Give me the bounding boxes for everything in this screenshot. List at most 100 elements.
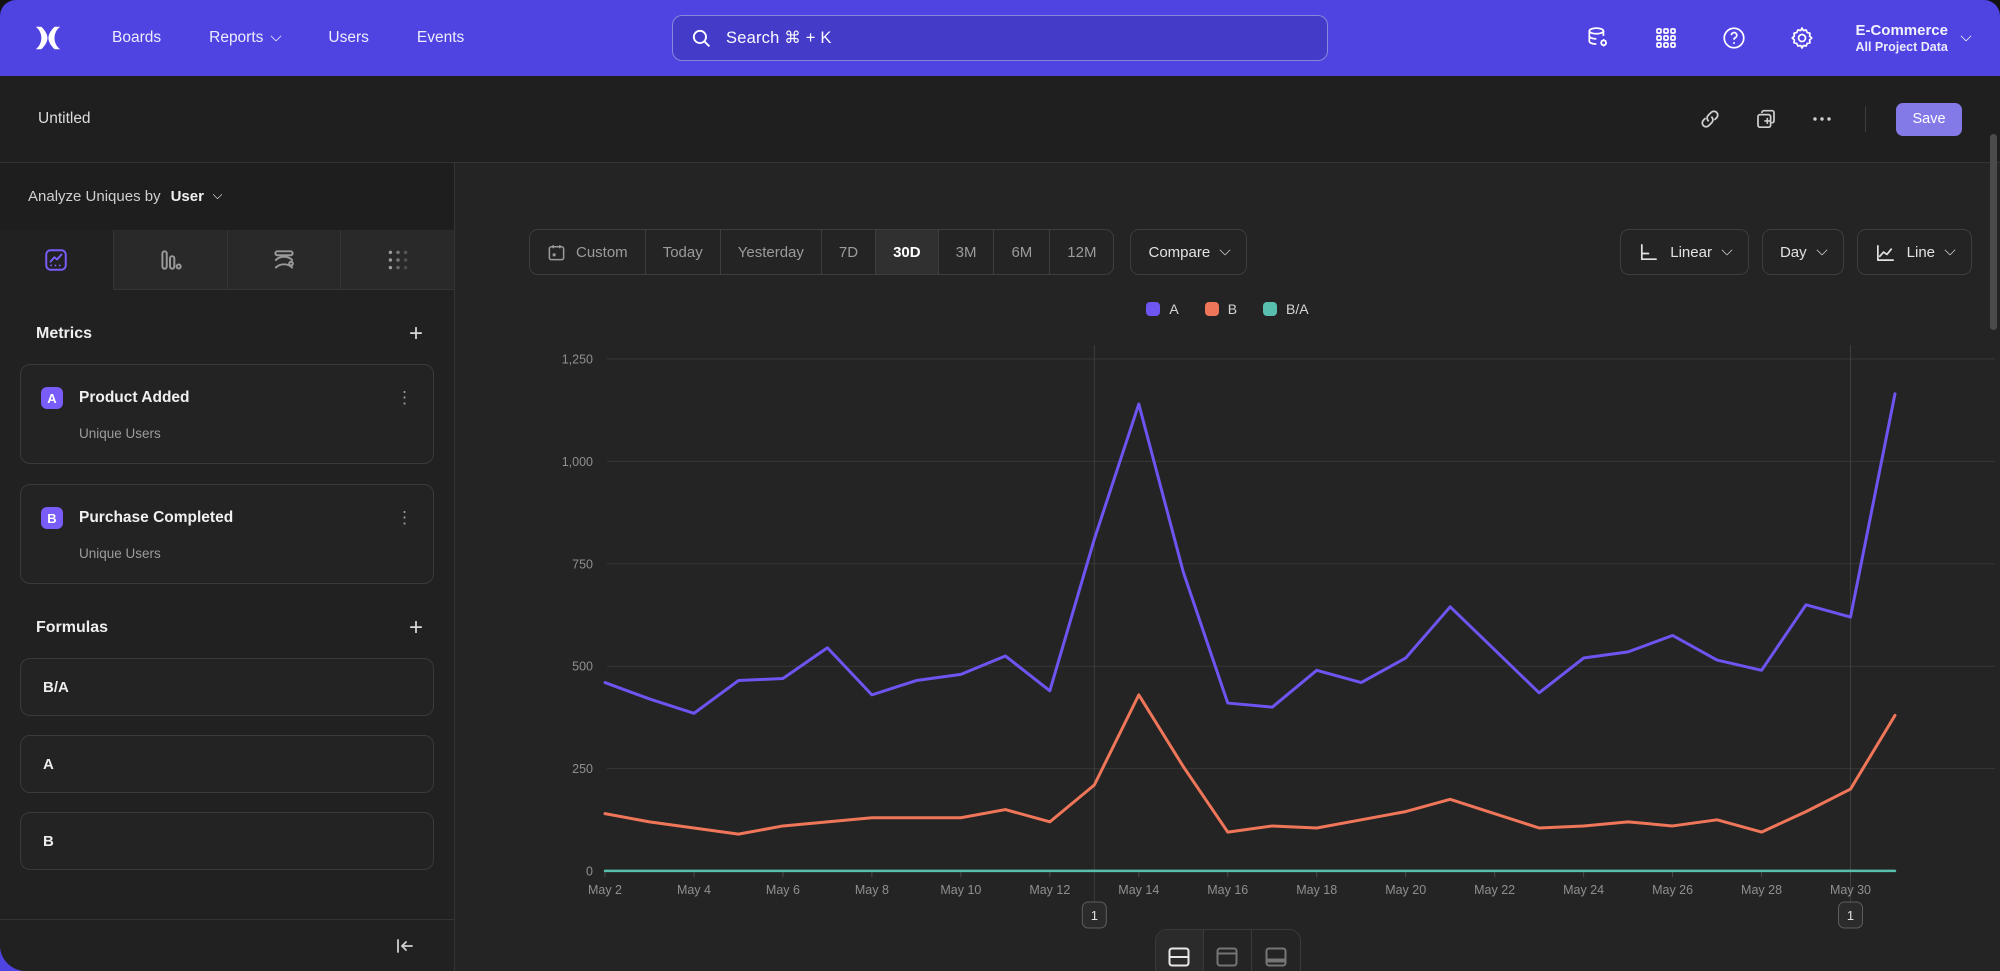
compare-button[interactable]: Compare — [1130, 229, 1247, 275]
annotation-badge[interactable]: 1 — [1839, 902, 1863, 928]
svg-text:1,000: 1,000 — [562, 455, 593, 469]
range-30d[interactable]: 30D — [876, 230, 939, 274]
query-builder-sidebar: Analyze Uniques by User — [0, 163, 455, 971]
svg-text:1: 1 — [1847, 908, 1854, 923]
project-scope: All Project Data — [1855, 40, 1948, 54]
formula-card-b[interactable]: B — [20, 812, 434, 870]
scale-dropdown[interactable]: Linear — [1620, 229, 1749, 275]
nav-item-reports[interactable]: Reports — [209, 29, 280, 47]
divider — [1865, 106, 1866, 132]
formulas-section-title: Formulas — [36, 619, 108, 637]
legend-swatch — [1205, 302, 1219, 316]
formula-card-ba[interactable]: B/A — [20, 658, 434, 716]
svg-text:May 12: May 12 — [1029, 883, 1070, 897]
metric-card-purchase-completed[interactable]: B Purchase Completed ⋮ Unique Users — [20, 484, 434, 584]
more-options-icon[interactable] — [1809, 106, 1835, 132]
svg-text:May 4: May 4 — [677, 883, 711, 897]
formula-label: B/A — [43, 679, 69, 696]
linear-axis-icon — [1638, 242, 1659, 263]
add-metric-button[interactable]: + — [404, 324, 428, 344]
add-formula-button[interactable]: + — [404, 618, 428, 638]
metric-menu-icon[interactable]: ⋮ — [396, 508, 413, 528]
metric-card-product-added[interactable]: A Product Added ⋮ Unique Users — [20, 364, 434, 464]
metric-menu-icon[interactable]: ⋮ — [396, 388, 413, 408]
annotation-badge[interactable]: 1 — [1082, 902, 1106, 928]
mixpanel-logo-icon[interactable] — [30, 21, 64, 55]
metric-name: Product Added — [79, 389, 190, 407]
range-7d[interactable]: 7D — [822, 230, 876, 274]
scrollbar-thumb[interactable] — [1990, 134, 1997, 330]
chevron-down-icon — [271, 30, 282, 41]
legend-swatch — [1263, 302, 1277, 316]
report-type-tabs — [0, 230, 454, 290]
legend-swatch — [1146, 302, 1160, 316]
report-title[interactable]: Untitled — [38, 110, 91, 128]
legend-item-a[interactable]: A — [1146, 301, 1178, 317]
nav-item-users[interactable]: Users — [328, 29, 368, 47]
project-name: E-Commerce — [1855, 22, 1948, 41]
range-6m[interactable]: 6M — [994, 230, 1050, 274]
analyze-value-dropdown[interactable]: User — [171, 188, 204, 205]
metric-badge-b: B — [41, 507, 63, 529]
svg-text:May 18: May 18 — [1296, 883, 1337, 897]
search-input[interactable]: Search ⌘ + K — [672, 15, 1328, 61]
svg-text:May 14: May 14 — [1118, 883, 1159, 897]
save-button[interactable]: Save — [1896, 103, 1962, 136]
funnels-bars-icon — [157, 247, 183, 273]
chevron-down-icon — [212, 190, 222, 200]
calendar-icon — [547, 243, 566, 262]
chart-svg[interactable]: 02505007501,0001,25011May 2May 4May 6May… — [455, 319, 1999, 935]
svg-text:May 24: May 24 — [1563, 883, 1604, 897]
range-today[interactable]: Today — [646, 230, 721, 274]
legend-item-b[interactable]: B — [1205, 301, 1237, 317]
chart-legend: A B B/A — [455, 299, 2000, 319]
svg-text:May 22: May 22 — [1474, 883, 1515, 897]
interval-dropdown[interactable]: Day — [1762, 229, 1844, 275]
project-selector[interactable]: E-Commerce All Project Data — [1855, 22, 1970, 55]
search-icon — [691, 28, 712, 49]
chart-type-dropdown[interactable]: Line — [1857, 229, 1972, 275]
nav-item-boards[interactable]: Boards — [112, 29, 161, 47]
svg-text:May 30: May 30 — [1830, 883, 1871, 897]
legend-item-ba[interactable]: B/A — [1263, 301, 1309, 317]
svg-text:May 20: May 20 — [1385, 883, 1426, 897]
chart-controls: Custom Today Yesterday 7D 30D 3M 6M 12M … — [529, 229, 1972, 275]
flows-icon — [271, 247, 297, 273]
svg-text:May 6: May 6 — [766, 883, 800, 897]
tab-funnels[interactable] — [114, 230, 228, 290]
help-icon[interactable] — [1719, 23, 1749, 53]
metric-measure-dropdown[interactable]: Unique Users — [41, 426, 413, 441]
data-management-icon[interactable] — [1583, 23, 1613, 53]
svg-text:May 10: May 10 — [940, 883, 981, 897]
tab-retention[interactable] — [341, 230, 454, 290]
tab-insights[interactable] — [0, 230, 114, 290]
collapse-sidebar-icon[interactable] — [394, 935, 416, 957]
toggle-table-view[interactable] — [1252, 930, 1300, 971]
tab-flows[interactable] — [228, 230, 342, 290]
formula-label: B — [43, 833, 54, 850]
metric-measure-dropdown[interactable]: Unique Users — [41, 546, 413, 561]
svg-text:May 16: May 16 — [1207, 883, 1248, 897]
range-3m[interactable]: 3M — [939, 230, 995, 274]
view-layout-toggles — [1155, 929, 1301, 971]
copy-link-icon[interactable] — [1697, 106, 1723, 132]
date-range-control: Custom Today Yesterday 7D 30D 3M 6M 12M — [529, 229, 1114, 275]
split-view-icon — [1167, 946, 1191, 968]
range-custom[interactable]: Custom — [530, 230, 646, 274]
svg-text:0: 0 — [586, 865, 593, 879]
svg-text:May 26: May 26 — [1652, 883, 1693, 897]
range-12m[interactable]: 12M — [1050, 230, 1113, 274]
toggle-split-view[interactable] — [1156, 930, 1204, 971]
settings-gear-icon[interactable] — [1787, 23, 1817, 53]
svg-text:1: 1 — [1091, 908, 1098, 923]
analyze-label: Analyze Uniques by — [28, 188, 161, 205]
duplicate-icon[interactable] — [1753, 106, 1779, 132]
range-yesterday[interactable]: Yesterday — [721, 230, 822, 274]
apps-grid-icon[interactable] — [1651, 23, 1681, 53]
nav-item-events[interactable]: Events — [417, 29, 464, 47]
formula-card-a[interactable]: A — [20, 735, 434, 793]
toggle-chart-view[interactable] — [1204, 930, 1252, 971]
chevron-down-icon — [1960, 30, 1971, 41]
metric-name: Purchase Completed — [79, 509, 233, 527]
chart-view-icon — [1215, 946, 1239, 968]
